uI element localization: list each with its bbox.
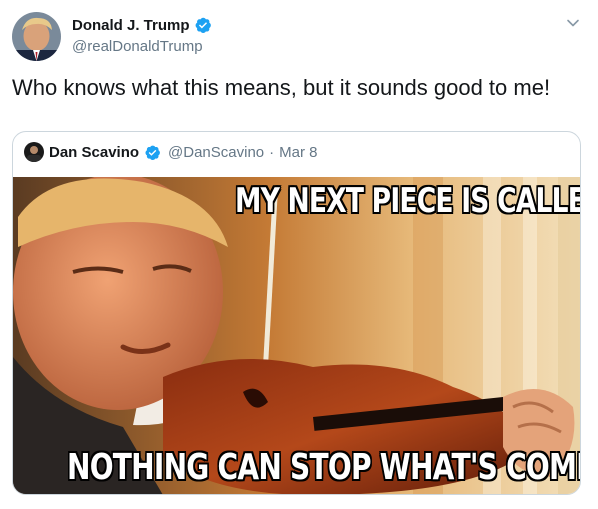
quoted-tweet-header: Dan Scavino @DanScavino · Mar 8 — [24, 142, 317, 162]
author-name-row: Donald J. Trump — [72, 16, 212, 34]
meme-image[interactable]: MY NEXT PIECE IS CALLED NOTHING CAN STOP… — [13, 177, 580, 494]
separator-dot: · — [269, 143, 275, 161]
quoted-author-name: Dan Scavino — [49, 143, 140, 161]
quoted-author-handle: @DanScavino — [168, 143, 265, 161]
quoted-tweet-date: Mar 8 — [279, 143, 318, 161]
chevron-down-icon[interactable] — [566, 16, 580, 30]
meme-caption-top: MY NEXT PIECE IS CALLED — [235, 181, 580, 221]
quoted-author-avatar — [24, 142, 44, 162]
tweet-text: Who knows what this means, but it sounds… — [12, 75, 551, 100]
author-name[interactable]: Donald J. Trump — [72, 17, 190, 34]
quoted-tweet[interactable]: Dan Scavino @DanScavino · Mar 8 MY NEXT … — [12, 131, 581, 495]
verified-badge-icon — [194, 16, 212, 34]
meme-caption-bottom: NOTHING CAN STOP WHAT'S COMING — [67, 447, 580, 488]
quoted-verified-badge-icon — [144, 144, 161, 161]
author-handle[interactable]: @realDonaldTrump — [72, 38, 203, 55]
tweet-card: Donald J. Trump @realDonaldTrump Who kno… — [0, 0, 598, 509]
author-avatar[interactable] — [12, 12, 61, 61]
